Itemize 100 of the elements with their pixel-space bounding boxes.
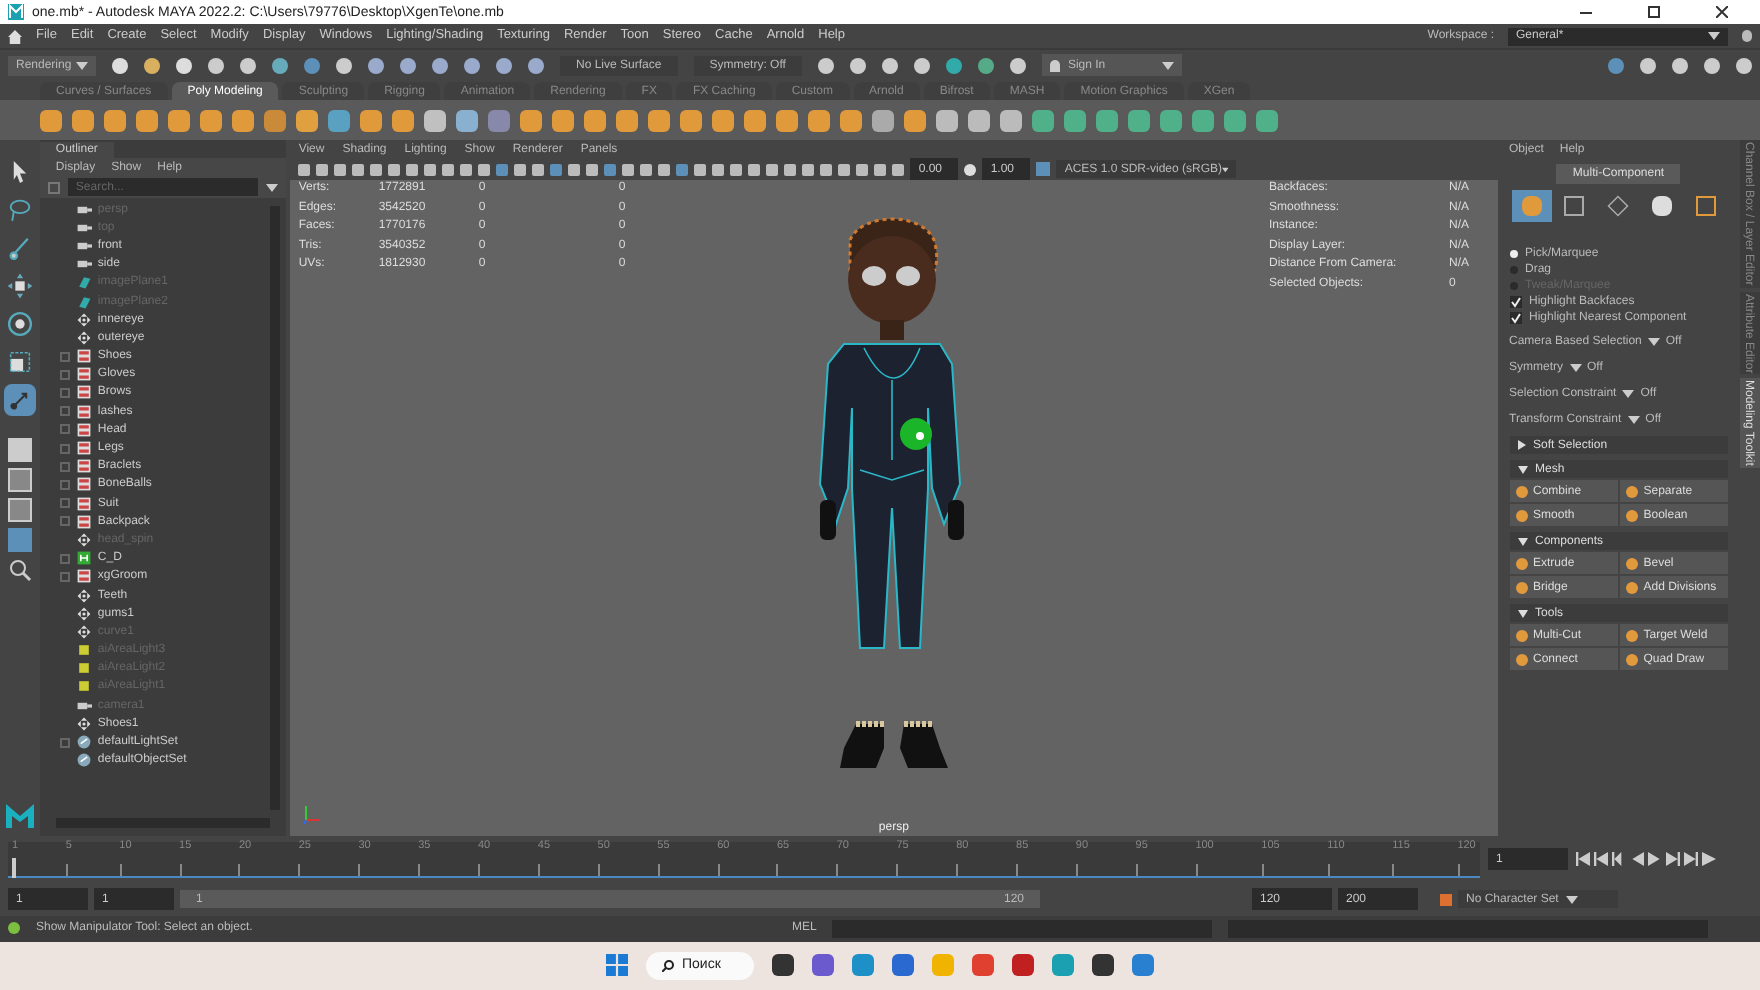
- caret-icon: [1517, 440, 1526, 450]
- playback-control-icon[interactable]: [1612, 852, 1626, 866]
- last-tool-button[interactable]: [3, 384, 36, 416]
- color-management-icon[interactable]: [1036, 162, 1051, 176]
- camera-icon: [75, 697, 92, 714]
- taskbar-app-icon[interactable]: [1012, 954, 1034, 977]
- expand-toggle-icon[interactable]: [59, 737, 70, 748]
- move-tool-icon: [5, 272, 34, 300]
- shelf-tool-icon[interactable]: [840, 109, 862, 131]
- home-icon[interactable]: [8, 29, 22, 43]
- light-icon: [75, 642, 92, 659]
- set-icon: [75, 752, 92, 769]
- object-mode-icon: [1521, 196, 1542, 216]
- caret-icon: [1222, 165, 1229, 173]
- shelf-tool-icon[interactable]: [200, 109, 222, 131]
- multi-mode-icon: [1695, 196, 1716, 216]
- shelf-tool-icon[interactable]: [808, 109, 830, 131]
- windows-start-icon[interactable]: [606, 954, 628, 977]
- mesh-icon: [75, 366, 92, 383]
- caret-icon: [266, 183, 279, 191]
- shelf-tool-icon[interactable]: [296, 109, 318, 131]
- transform-icon: [75, 531, 92, 548]
- shelf-tool-icon[interactable]: [904, 109, 926, 131]
- caret-icon: [1627, 416, 1640, 424]
- shelf-tool-icon[interactable]: [424, 109, 446, 131]
- transform-icon: [75, 623, 92, 640]
- shelf-tool-icon[interactable]: [520, 109, 542, 131]
- paint-tool-icon: [5, 234, 34, 262]
- mesh-icon: [75, 513, 92, 530]
- light-icon: [75, 660, 92, 677]
- mesh-icon: [75, 440, 92, 457]
- playback-control-icon[interactable]: [1576, 852, 1590, 866]
- shelf-tool-icon[interactable]: [104, 109, 126, 131]
- caret-icon: [1517, 537, 1528, 545]
- checkbox[interactable]: [1509, 312, 1522, 324]
- shelf-tool-icon[interactable]: [744, 109, 766, 131]
- camera-icon: [75, 201, 92, 218]
- caret-icon: [1517, 609, 1528, 617]
- transform-icon: [75, 311, 92, 328]
- playback-control-icon[interactable]: [1666, 852, 1680, 866]
- shelf-tool-icon[interactable]: [1160, 109, 1182, 131]
- light-icon: [75, 678, 92, 695]
- object-mode-button[interactable]: [1511, 190, 1552, 222]
- mesh-icon: [75, 568, 92, 585]
- mesh-icon: [75, 495, 92, 512]
- shelf-tool-icon[interactable]: [712, 109, 734, 131]
- radio-button[interactable]: [1509, 250, 1518, 258]
- mesh-icon: [75, 403, 92, 420]
- move-tool-button[interactable]: [3, 270, 36, 302]
- shelf-tool-icon[interactable]: [232, 109, 254, 131]
- search-icon: [662, 959, 674, 972]
- playback-control-icon[interactable]: [1594, 852, 1608, 866]
- shelf-tool-icon[interactable]: [936, 109, 958, 131]
- transform-icon: [75, 587, 92, 604]
- shelf-tool-icon[interactable]: [1192, 109, 1214, 131]
- shelf-tool-icon[interactable]: [456, 109, 478, 131]
- shelf-tool-icon[interactable]: [776, 109, 798, 131]
- shelf-tool-icon[interactable]: [40, 109, 62, 131]
- shelf-tool-icon[interactable]: [168, 109, 190, 131]
- shelf-tool-icon[interactable]: [360, 109, 382, 131]
- playback-control-icon[interactable]: [1684, 852, 1698, 866]
- taskbar-app-icon[interactable]: [1092, 954, 1114, 977]
- shelf-tool-icon[interactable]: [328, 109, 350, 131]
- rotate-tool-button[interactable]: [3, 308, 36, 340]
- shelf-tool-icon[interactable]: [872, 109, 894, 131]
- mesh-icon: [75, 384, 92, 401]
- shelf-tool-icon[interactable]: [136, 109, 158, 131]
- current-frame-marker[interactable]: [12, 857, 16, 877]
- group-icon: [75, 550, 92, 567]
- shelf-tool-icon[interactable]: [264, 109, 286, 131]
- shelf-tool-icon[interactable]: [392, 109, 414, 131]
- shelf-tool-icon[interactable]: [1032, 109, 1054, 131]
- shelf-tool-icon[interactable]: [648, 109, 670, 131]
- shelf-tool-icon[interactable]: [1000, 109, 1022, 131]
- shelf-tool-icon[interactable]: [680, 109, 702, 131]
- shelf-tool-icon[interactable]: [1064, 109, 1086, 131]
- lasso-tool-icon: [5, 196, 34, 224]
- shelf-tool-icon[interactable]: [1096, 109, 1118, 131]
- shelf-tool-icon[interactable]: [72, 109, 94, 131]
- shelf-tool-icon[interactable]: [616, 109, 638, 131]
- face-mode-icon: [1564, 196, 1585, 216]
- shelf-tool-icon[interactable]: [552, 109, 574, 131]
- shelf-tool-icon[interactable]: [1224, 109, 1246, 131]
- playback-control-icon[interactable]: [1702, 852, 1716, 866]
- shelf-tool-icon[interactable]: [584, 109, 606, 131]
- shelf-tool-icon[interactable]: [968, 109, 990, 131]
- checkbox[interactable]: [1509, 296, 1522, 308]
- shelf-tool-icon[interactable]: [1128, 109, 1150, 131]
- filter-icon[interactable]: [47, 181, 60, 193]
- maya-logo-icon: [5, 803, 34, 827]
- shelf-tool-icon[interactable]: [1256, 109, 1278, 131]
- command-input-field[interactable]: [832, 919, 1213, 937]
- taskbar-app-icon[interactable]: [772, 954, 794, 977]
- minimize-icon[interactable]: [1580, 11, 1592, 13]
- mesh-icon: [75, 476, 92, 493]
- maximize-icon[interactable]: [1648, 6, 1660, 18]
- caret-icon: [1161, 61, 1174, 69]
- search-icon[interactable]: [7, 558, 32, 582]
- mesh-icon: [75, 458, 92, 475]
- close-icon[interactable]: [1716, 6, 1728, 18]
